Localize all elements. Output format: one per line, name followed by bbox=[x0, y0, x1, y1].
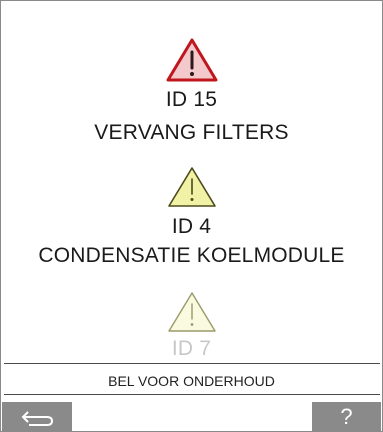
warning-triangle-faded-icon bbox=[167, 292, 216, 332]
alert-item-error[interactable]: ID 15 VERVANG FILTERS bbox=[0, 37, 383, 146]
alert-message: VERVANG FILTERS bbox=[94, 121, 289, 144]
service-message: BEL VOOR ONDERHOUD bbox=[108, 373, 275, 389]
warning-triangle-red-icon bbox=[166, 38, 217, 82]
alert-id: ID 4 bbox=[171, 215, 212, 238]
return-arrow-icon bbox=[21, 411, 54, 426]
warning-triangle-yellow-icon bbox=[167, 167, 216, 207]
alert-id: ID 7 bbox=[171, 337, 212, 360]
alert-item-faded[interactable]: ID 7 bbox=[0, 290, 383, 362]
help-button-label: ? bbox=[340, 404, 353, 429]
divider-bottom bbox=[4, 394, 380, 395]
divider-top bbox=[4, 363, 380, 364]
help-button[interactable]: ? bbox=[312, 402, 381, 432]
back-button[interactable] bbox=[2, 402, 72, 432]
alert-id: ID 15 bbox=[165, 88, 218, 111]
alert-item-warning[interactable]: ID 4 CONDENSATIE KOELMODULE bbox=[0, 165, 383, 269]
alert-message: CONDENSATIE KOELMODULE bbox=[38, 244, 345, 267]
